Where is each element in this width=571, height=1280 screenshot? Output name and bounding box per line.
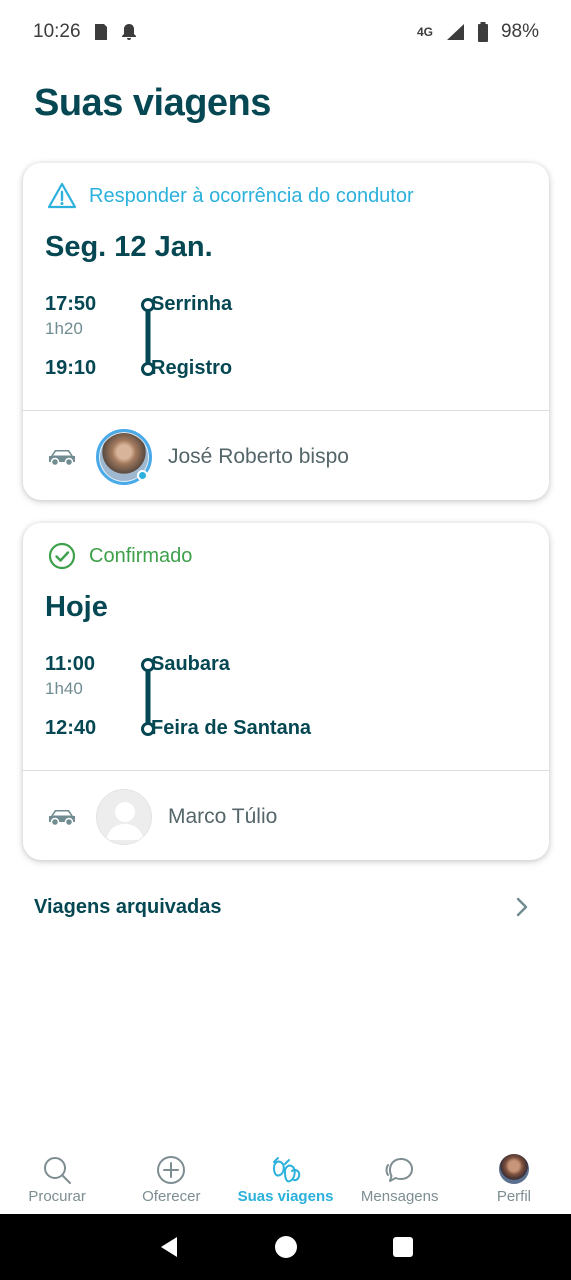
warning-icon: [47, 182, 77, 209]
archived-trips-link[interactable]: Viagens arquivadas: [34, 893, 531, 921]
depart-time: 17:50: [45, 293, 97, 315]
status-right: 4G 98%: [417, 21, 539, 43]
driver-row[interactable]: José Roberto bispo: [47, 429, 527, 485]
network-label: 4G: [416, 25, 433, 39]
destination-city: Registro: [151, 357, 233, 379]
nav-mensagens[interactable]: Mensagens: [343, 1148, 457, 1214]
trip-date: Seg. 12 Jan.: [45, 231, 213, 263]
trip-status: Confirmado: [47, 541, 192, 571]
default-avatar-icon: [106, 802, 144, 840]
trip-duration: 1h20: [45, 319, 83, 338]
trip-card[interactable]: Confirmado Hoje 11:00 1h40 12:40 Saubara…: [23, 523, 549, 860]
origin-city: Serrinha: [151, 293, 233, 315]
driver-name: Marco Túlio: [168, 805, 278, 828]
profile-avatar: [498, 1154, 529, 1184]
nav-label: Procurar: [28, 1188, 86, 1205]
battery-level: 98%: [500, 21, 539, 42]
trip-route: 17:50 1h20 19:10 Serrinha Registro: [45, 291, 525, 391]
nav-label: Oferecer: [142, 1188, 201, 1205]
car-icon: [49, 810, 75, 827]
trip-status-label: Responder à ocorrência do condutor: [89, 184, 414, 207]
trip-card[interactable]: Responder à ocorrência do condutor Seg. …: [23, 163, 549, 500]
chevron-right-icon: [516, 897, 528, 917]
chat-icon: [385, 1158, 413, 1182]
archived-trips-label: Viagens arquivadas: [34, 895, 222, 918]
driver-avatar[interactable]: [96, 429, 152, 485]
search-icon: [44, 1157, 72, 1184]
page-title: Suas viagens: [34, 82, 271, 124]
trip-duration: 1h40: [45, 679, 83, 698]
driver-name: José Roberto bispo: [168, 445, 349, 468]
nav-label: Suas viagens: [237, 1188, 334, 1205]
signal-icon: [446, 24, 464, 40]
recents-icon[interactable]: [391, 1235, 415, 1259]
driver-row[interactable]: Marco Túlio: [47, 789, 527, 845]
plus-circle-icon: [157, 1156, 186, 1184]
bell-icon: [121, 24, 136, 40]
battery-icon: [477, 22, 488, 42]
bottom-nav: Procurar Oferecer Suas viagens Mensagens…: [0, 1148, 571, 1214]
card-divider: [23, 410, 549, 411]
arrive-time: 19:10: [45, 357, 97, 379]
back-icon[interactable]: [157, 1235, 181, 1259]
check-circle-icon: [48, 542, 76, 570]
destination-city: Feira de Santana: [151, 717, 312, 739]
status-left: 10:26: [33, 21, 137, 43]
depart-time: 11:00: [45, 653, 96, 675]
car-icon: [49, 450, 75, 467]
trip-status[interactable]: Responder à ocorrência do condutor: [47, 181, 414, 211]
nav-procurar[interactable]: Procurar: [0, 1148, 114, 1214]
nav-perfil[interactable]: Perfil: [457, 1148, 571, 1214]
nav-label: Mensagens: [360, 1188, 439, 1205]
system-nav-bar: [0, 1214, 571, 1280]
trip-route: 11:00 1h40 12:40 Saubara Feira de Santan…: [45, 651, 525, 751]
card-divider: [23, 770, 549, 771]
trip-date: Hoje: [45, 591, 108, 623]
nav-label: Perfil: [496, 1188, 531, 1205]
nav-oferecer[interactable]: Oferecer: [114, 1148, 228, 1214]
status-bar: 10:26 4G 98%: [0, 0, 571, 64]
origin-city: Saubara: [151, 653, 230, 675]
trips-icon: [272, 1157, 300, 1183]
nav-suas-viagens[interactable]: Suas viagens: [228, 1148, 342, 1214]
status-time: 10:26: [33, 21, 81, 42]
trip-status-label: Confirmado: [89, 544, 193, 567]
home-icon[interactable]: [274, 1235, 298, 1259]
driver-avatar[interactable]: [96, 789, 152, 845]
arrive-time: 12:40: [45, 717, 97, 739]
verified-dot: [137, 470, 148, 481]
file-icon: [94, 24, 107, 40]
